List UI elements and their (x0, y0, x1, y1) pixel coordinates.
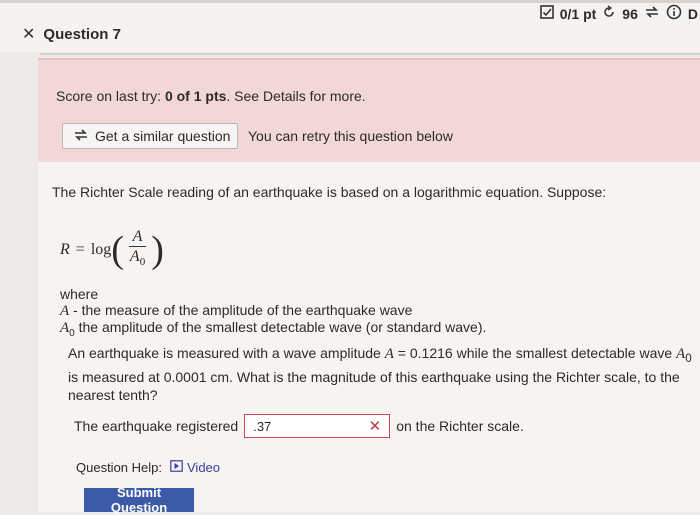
formula-denominator-var: A (129, 248, 140, 265)
definition-a: A - the measure of the amplitude of the … (60, 302, 486, 319)
formula-right-paren: ) (151, 229, 164, 272)
question-card: Score on last try: 0 of 1 pts. See Detai… (38, 58, 700, 515)
formula-eq: = (75, 241, 85, 259)
problem-part2: 0.1216 while the smallest detectable wav… (409, 345, 677, 361)
def-a0-text: the amplitude of the smallest detectable… (74, 319, 487, 335)
help-label: Question Help: (76, 460, 162, 475)
problem-var2-sub: 0 (685, 351, 692, 365)
header-divider (40, 53, 700, 55)
formula-fraction: A A0 (126, 228, 149, 272)
top-rule (0, 0, 700, 3)
formula-denominator: A0 (126, 247, 149, 272)
question-title-text: Question 7 (43, 25, 121, 43)
checkbox-icon (539, 5, 554, 22)
similar-icon (73, 128, 89, 145)
score-prefix: Score on last try: (56, 88, 165, 104)
def-a-var: A (60, 303, 70, 319)
status-bar: 0/1 pt 96 D (539, 4, 698, 23)
incorrect-icon: ✕ (22, 26, 36, 43)
submit-question-button[interactable]: Submit Question (84, 485, 194, 515)
formula-denominator-sub: 0 (139, 256, 146, 269)
similar-question-label: Get a similar question (95, 128, 231, 144)
answer-input[interactable]: .37 ✕ (244, 414, 391, 438)
score-message: Score on last try: 0 of 1 pts. See Detai… (56, 88, 366, 104)
details-icon[interactable] (666, 4, 682, 23)
score-label: 0/1 pt (559, 5, 597, 22)
problem-text: An earthquake is measured with a wave am… (68, 344, 698, 404)
formula-lhs: R (60, 241, 70, 259)
question-help: Question Help: Video (76, 460, 220, 475)
problem-var2: A (676, 346, 686, 362)
feedback-box: Score on last try: 0 of 1 pts. See Detai… (38, 58, 700, 162)
answer-suffix: on the Richter scale. (396, 418, 524, 434)
score-value: 0 of 1 pts (164, 88, 227, 104)
formula-func: log (90, 241, 112, 259)
def-a-text: - the measure of the amplitude of the ea… (69, 302, 413, 318)
video-label: Video (187, 460, 221, 475)
answer-value[interactable]: .37 (253, 419, 271, 434)
richter-formula: R = log ( A A0 ) (60, 228, 164, 272)
details-letter[interactable]: D (688, 6, 698, 22)
formula-left-paren: ( (111, 229, 124, 272)
definition-a0: A0 the amplitude of the smallest detecta… (60, 319, 486, 342)
retry-note: You can retry this question below (248, 128, 453, 144)
problem-var: A (384, 346, 394, 362)
answer-row: The earthquake registered .37 ✕ on the R… (74, 414, 524, 438)
incorrect-icon: ✕ (368, 418, 382, 435)
score-suffix: . See Details for more. (226, 88, 366, 104)
retries-count: 96 (622, 5, 638, 22)
video-link[interactable]: Video (170, 460, 220, 475)
similar-icon[interactable] (644, 5, 660, 22)
video-icon (170, 460, 183, 475)
def-a0-var: A (60, 320, 70, 336)
definitions: where A - the measure of the amplitude o… (60, 286, 486, 342)
answer-prefix: The earthquake registered (74, 418, 239, 434)
where-label: where (60, 286, 99, 302)
problem-eq: = (393, 345, 410, 361)
formula-numerator: A (128, 228, 147, 247)
problem-part1: An earthquake is measured with a wave am… (68, 345, 385, 361)
similar-question-button[interactable]: Get a similar question (62, 123, 238, 149)
question-header: ✕ Question 7 0/1 pt 96 D (0, 0, 700, 52)
question-title: ✕ Question 7 (22, 24, 121, 44)
problem-part3: is measured at 0.0001 cm. What is the ma… (68, 368, 680, 403)
retry-icon (602, 5, 616, 22)
question-statement: The Richter Scale reading of an earthqua… (52, 184, 607, 200)
